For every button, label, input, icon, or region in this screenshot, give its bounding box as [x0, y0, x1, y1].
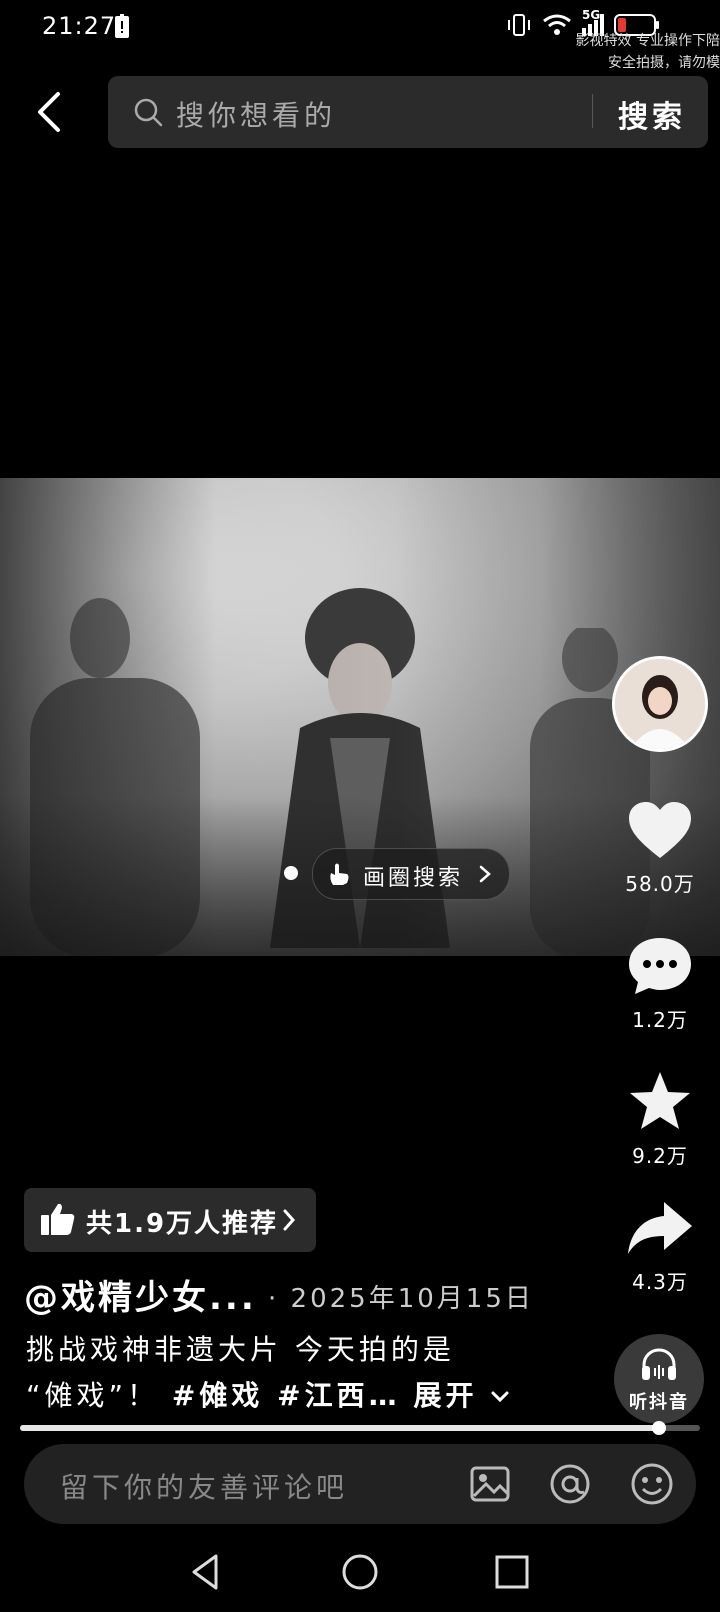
progress-handle[interactable] [652, 1421, 667, 1435]
author-name[interactable]: @戏精少女... [24, 1270, 257, 1319]
comment-input[interactable]: 留下你的友善评论吧 [60, 1466, 348, 1506]
comment-icon [629, 938, 691, 994]
like-button[interactable]: 58.0万 [610, 800, 710, 897]
favorite-count: 9.2万 [632, 1144, 688, 1168]
avatar-image [615, 659, 705, 749]
image-icon[interactable] [468, 1462, 512, 1506]
circle-search-dot [284, 866, 298, 880]
headphone-icon [642, 1348, 676, 1380]
post-date: · 2025年10月15日 [268, 1284, 534, 1314]
back-button[interactable] [28, 84, 72, 140]
circle-search-label: 画圈搜索 [363, 866, 464, 891]
effects-watermark: 影视特效 专业操作下陪 安全拍摄，请勿模 [576, 30, 720, 74]
share-arrow-icon [628, 1202, 692, 1254]
search-bar[interactable]: 搜你想看的 搜索 [108, 76, 708, 148]
search-icon [134, 98, 163, 127]
vibrate-icon [508, 14, 530, 36]
comment-button[interactable]: 1.2万 [610, 936, 710, 1033]
share-count: 4.3万 [632, 1270, 688, 1294]
description-line-2: “傩戏”！ #傩戏 #江西… 展开 [26, 1374, 510, 1414]
comment-input-bar[interactable]: 留下你的友善评论吧 [24, 1444, 696, 1524]
network-type: 5G [582, 8, 601, 22]
author-avatar[interactable] [612, 656, 708, 752]
recommend-label: 共1.9万人推荐 [86, 1209, 279, 1239]
share-button[interactable]: 4.3万 [610, 1200, 710, 1295]
chevron-right-icon [283, 1209, 296, 1231]
description-line-1: 挑战戏神非遗大片 今天拍的是 [26, 1333, 455, 1366]
recommend-chip[interactable]: 共1.9万人推荐 [24, 1188, 316, 1252]
video-progress-bar[interactable] [20, 1421, 700, 1435]
notification-icon [115, 14, 129, 38]
hand-icon [330, 863, 349, 885]
listen-label: 听抖音 [629, 1392, 689, 1413]
progress-fill [20, 1425, 660, 1431]
description-quote: “傩戏”！ [26, 1379, 160, 1412]
thumbs-up-icon [41, 1203, 75, 1235]
hashtags[interactable]: #傩戏 #江西… [172, 1379, 401, 1412]
nav-back-icon[interactable] [186, 1552, 226, 1592]
circle-search-button[interactable]: 画圈搜索 [312, 848, 510, 900]
star-icon [630, 1072, 690, 1129]
listen-douyin-button[interactable]: 听抖音 [614, 1334, 704, 1424]
favorite-button[interactable]: 9.2万 [610, 1070, 710, 1169]
heart-icon [629, 802, 691, 858]
status-time: 21:27 [42, 12, 117, 40]
chevron-right-icon [479, 865, 491, 883]
chevron-down-icon[interactable] [490, 1390, 510, 1404]
mention-icon[interactable] [548, 1462, 592, 1506]
nav-home-icon[interactable] [340, 1552, 380, 1592]
expand-link[interactable]: 展开 [414, 1379, 478, 1412]
search-input[interactable]: 搜你想看的 [176, 94, 336, 134]
watermark-line-2: 安全拍摄，请勿模 [608, 55, 720, 71]
emoji-icon[interactable] [630, 1462, 674, 1506]
search-divider [592, 94, 593, 128]
search-button[interactable]: 搜索 [618, 92, 686, 136]
wifi-icon [543, 14, 571, 35]
comment-count: 1.2万 [632, 1008, 688, 1032]
like-count: 58.0万 [625, 872, 695, 896]
watermark-line-1: 影视特效 专业操作下陪 [575, 33, 720, 49]
nav-recents-icon[interactable] [492, 1552, 532, 1592]
